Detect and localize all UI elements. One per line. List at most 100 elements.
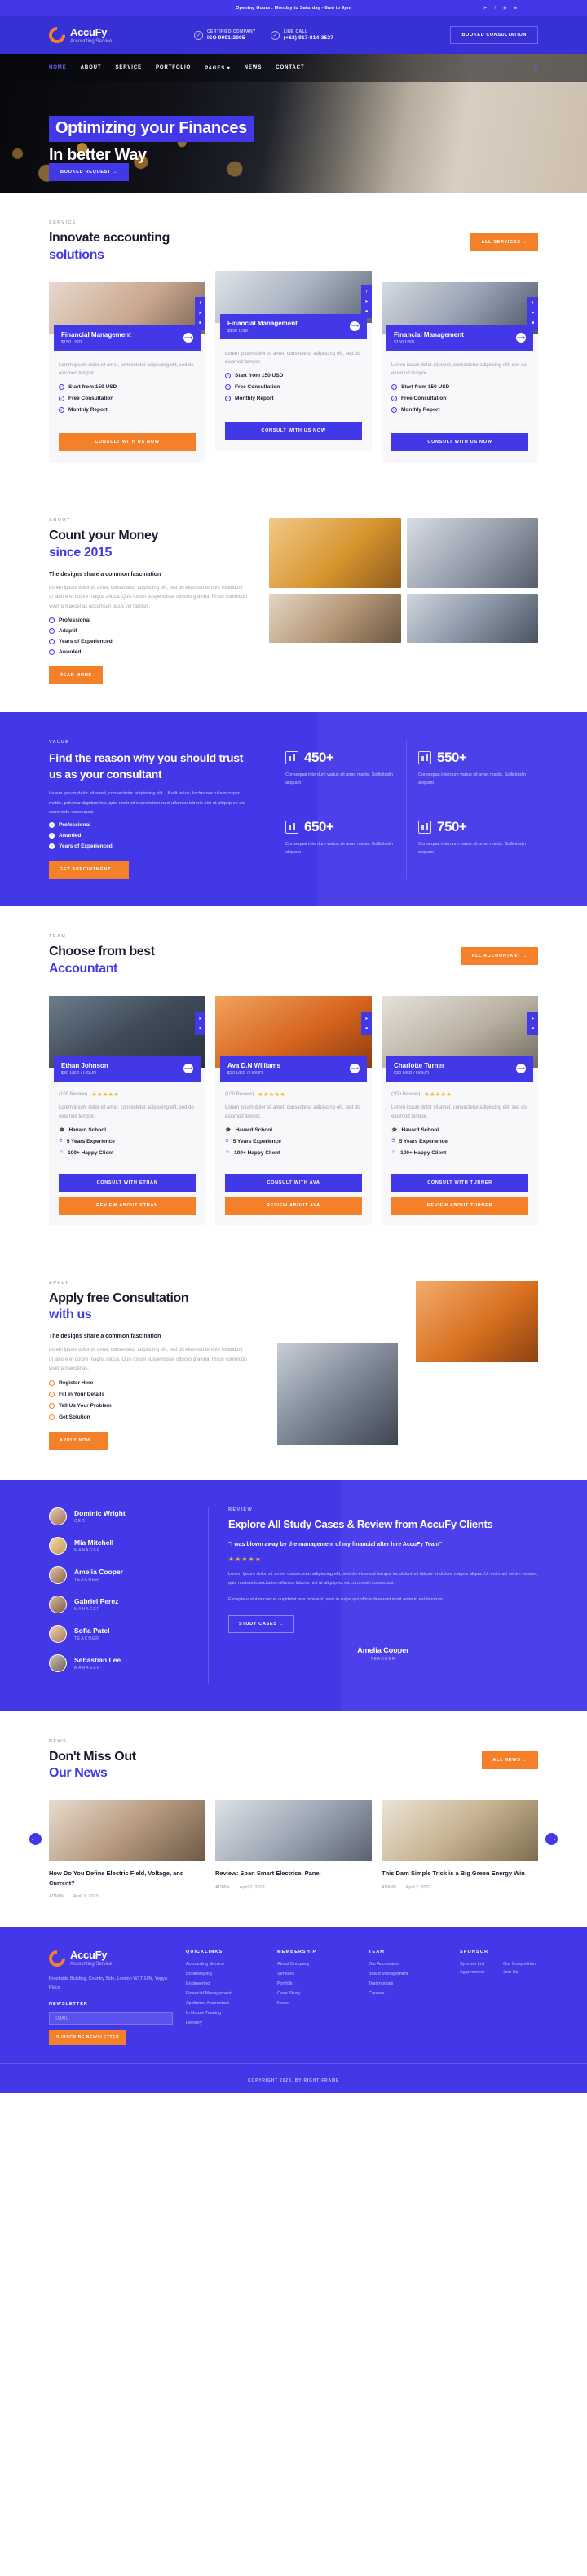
chevron-left-icon[interactable]: ⟵ bbox=[29, 1833, 42, 1846]
team-member-card[interactable]: ➤ ■ Ava D.N Williams $30 USD / HOUR ⟶ (1… bbox=[215, 995, 372, 1225]
member-social-links[interactable]: ➤ ■ bbox=[361, 1011, 372, 1035]
nav-item-portfolio[interactable]: PORTFOLIO bbox=[156, 65, 191, 70]
twitter-icon[interactable]: ➤ bbox=[198, 1016, 201, 1021]
footer-link[interactable]: Join Us bbox=[503, 1970, 538, 1975]
footer-link[interactable]: Case Study bbox=[277, 1991, 355, 1996]
facebook-icon[interactable]: f bbox=[532, 301, 533, 306]
twitter-icon[interactable]: ➤ bbox=[531, 311, 534, 316]
twitter-icon[interactable]: ➤ bbox=[364, 299, 368, 304]
footer-link[interactable]: Accounting Service bbox=[186, 1962, 264, 1967]
footer-link[interactable]: In House Training bbox=[186, 2011, 264, 2016]
service-social-links[interactable]: f ➤ ■ bbox=[361, 285, 372, 318]
footer-link[interactable]: Board Management bbox=[369, 1972, 447, 1976]
arrow-right-icon[interactable]: ⟶ bbox=[516, 333, 526, 343]
arrow-right-icon[interactable]: ⟶ bbox=[516, 1064, 526, 1074]
footer-link[interactable]: Sponsor List bbox=[460, 1962, 495, 1967]
all-news-button[interactable]: ALL NEWS → bbox=[482, 1751, 538, 1770]
news-card[interactable]: This Dam Simple Trick is a Big Green Ene… bbox=[382, 1800, 538, 1890]
nav-item-pages[interactable]: PAGES ▾ bbox=[205, 65, 231, 71]
linkedin-icon[interactable]: ■ bbox=[199, 1026, 201, 1031]
header-call-info[interactable]: ✓ LINE CALL (+62) 917-814-3527 bbox=[270, 29, 333, 41]
review-person[interactable]: Mia Mitchell MANAGER bbox=[49, 1536, 196, 1555]
member-consult-button[interactable]: CONSULT WITH ETHAN bbox=[59, 1173, 196, 1192]
study-cases-button[interactable]: STUDY CASES → bbox=[228, 1614, 295, 1633]
footer-link[interactable]: Aggreement bbox=[460, 1970, 495, 1975]
arrow-right-icon[interactable]: ⟶ bbox=[350, 1064, 360, 1074]
newsletter-input[interactable]: EMAIL bbox=[49, 2012, 173, 2025]
member-social-links[interactable]: ➤ ■ bbox=[195, 1011, 205, 1035]
nav-item-home[interactable]: HOME bbox=[49, 65, 67, 70]
member-social-links[interactable]: ➤ ■ bbox=[527, 1011, 538, 1035]
arrow-right-icon[interactable]: ⟶ bbox=[183, 333, 193, 343]
footer-link[interactable]: News bbox=[277, 2001, 355, 2006]
service-card[interactable]: f ➤ ■ Financial Management $150 USD ⟶ Lo… bbox=[49, 281, 205, 463]
review-person[interactable]: Sebastian Lee MANAGER bbox=[49, 1653, 196, 1672]
booked-consultation-button[interactable]: BOOKED CONSULTATION bbox=[450, 26, 538, 44]
instagram-icon[interactable]: ◉ bbox=[503, 6, 507, 11]
hero-cta-button[interactable]: BOOKED REQUEST → bbox=[49, 163, 130, 181]
all-accountant-button[interactable]: ALL ACCOUNTANT → bbox=[461, 947, 538, 966]
social-links[interactable]: ➤ f ◉ ■ bbox=[483, 0, 517, 16]
review-person[interactable]: Amelia Cooper TEACHER bbox=[49, 1565, 196, 1584]
service-card[interactable]: f ➤ ■ Financial Management $150 USD ⟶ Lo… bbox=[382, 281, 538, 463]
search-icon[interactable]: ⚲ bbox=[534, 64, 538, 71]
twitter-icon[interactable]: ➤ bbox=[364, 1016, 368, 1021]
news-post-title[interactable]: This Dam Simple Trick is a Big Green Ene… bbox=[382, 1869, 538, 1879]
facebook-icon[interactable]: f bbox=[200, 301, 201, 306]
review-person[interactable]: Gabriel Perez MANAGER bbox=[49, 1595, 196, 1613]
all-services-button[interactable]: ALL SERVICES → bbox=[470, 232, 538, 251]
footer-link[interactable]: Our Competition bbox=[503, 1962, 538, 1967]
chevron-right-icon[interactable]: ⟶ bbox=[545, 1833, 558, 1846]
member-review-button[interactable]: REVIEW ABOUT AVA bbox=[225, 1196, 362, 1215]
member-review-button[interactable]: REVIEW ABOUT TURNER bbox=[391, 1196, 528, 1215]
member-consult-button[interactable]: CONSULT WITH TURNER bbox=[391, 1173, 528, 1192]
footer-link[interactable]: Financial Management bbox=[186, 1991, 264, 1996]
footer-link[interactable]: About Company bbox=[277, 1962, 355, 1967]
about-read-more-button[interactable]: READ MORE bbox=[49, 666, 103, 684]
get-appointment-button[interactable]: GET APPOINTMENT → bbox=[49, 861, 129, 879]
linkedin-icon[interactable]: ■ bbox=[532, 1026, 534, 1031]
site-logo[interactable]: AccuFy Accounting Service bbox=[45, 23, 179, 47]
facebook-icon[interactable]: f bbox=[366, 290, 367, 294]
member-consult-button[interactable]: CONSULT WITH AVA bbox=[225, 1173, 362, 1192]
service-consult-button[interactable]: CONSULT WITH US NOW bbox=[225, 422, 362, 440]
news-card[interactable]: Review: Span Smart Electrical Panel ADMI… bbox=[215, 1800, 372, 1890]
service-social-links[interactable]: f ➤ ■ bbox=[527, 296, 538, 330]
subscribe-button[interactable]: SUBSCRIBE NEWSLETTER bbox=[49, 2030, 127, 2046]
member-review-button[interactable]: REVIEW ABOUT ETHAN bbox=[59, 1196, 196, 1215]
news-post-title[interactable]: Review: Span Smart Electrical Panel bbox=[215, 1869, 372, 1879]
footer-link[interactable]: Careers bbox=[369, 1991, 447, 1996]
review-person[interactable]: Sofia Patel TEACHER bbox=[49, 1624, 196, 1643]
service-social-links[interactable]: f ➤ ■ bbox=[195, 296, 205, 330]
nav-item-contact[interactable]: CONTACT bbox=[276, 65, 304, 70]
arrow-right-icon[interactable]: ⟶ bbox=[183, 1064, 193, 1074]
footer-logo[interactable]: AccuFy Accounting Service bbox=[45, 1946, 173, 1971]
team-member-card[interactable]: ➤ ■ Ethan Johnson $30 USD / HOUR ⟶ (100 … bbox=[49, 995, 205, 1225]
linkedin-icon[interactable]: ■ bbox=[365, 1026, 368, 1031]
apply-now-button[interactable]: APPLY NOW → bbox=[49, 1432, 109, 1450]
news-card[interactable]: How Do You Define Electric Field, Voltag… bbox=[49, 1800, 205, 1899]
nav-item-about[interactable]: ABOUT bbox=[81, 65, 102, 70]
footer-link[interactable]: Testimonials bbox=[369, 1981, 447, 1986]
footer-link[interactable]: Delivery bbox=[186, 2021, 264, 2025]
twitter-icon[interactable]: ➤ bbox=[531, 1016, 534, 1021]
twitter-icon[interactable]: ➤ bbox=[483, 6, 488, 11]
arrow-right-icon[interactable]: ⟶ bbox=[350, 321, 360, 332]
footer-link[interactable]: Portfolio bbox=[277, 1981, 355, 1986]
nav-item-news[interactable]: NEWS bbox=[245, 65, 263, 70]
review-person[interactable]: Dominic Wright CEO bbox=[49, 1507, 196, 1525]
team-member-card[interactable]: ➤ ■ Charlotte Turner $30 USD / HOUR ⟶ (1… bbox=[382, 995, 538, 1225]
service-consult-button[interactable]: CONSULT WITH US NOW bbox=[391, 433, 528, 452]
footer-link[interactable]: Our Accountant bbox=[369, 1962, 447, 1967]
footer-link[interactable]: Bookkeeping bbox=[186, 1972, 264, 1976]
nav-item-service[interactable]: SERVICE bbox=[115, 65, 142, 70]
footer-link[interactable]: Appliance Accountant bbox=[186, 2001, 264, 2006]
service-card[interactable]: f ➤ ■ Financial Management $150 USD ⟶ Lo… bbox=[215, 270, 372, 452]
news-post-title[interactable]: How Do You Define Electric Field, Voltag… bbox=[49, 1869, 205, 1888]
twitter-icon[interactable]: ➤ bbox=[198, 311, 201, 316]
facebook-icon[interactable]: f bbox=[494, 6, 496, 11]
linkedin-icon[interactable]: ■ bbox=[514, 6, 517, 11]
service-consult-button[interactable]: CONSULT WITH US NOW bbox=[59, 433, 196, 452]
footer-link[interactable]: Services bbox=[277, 1972, 355, 1976]
footer-link[interactable]: Engineering bbox=[186, 1981, 264, 1986]
